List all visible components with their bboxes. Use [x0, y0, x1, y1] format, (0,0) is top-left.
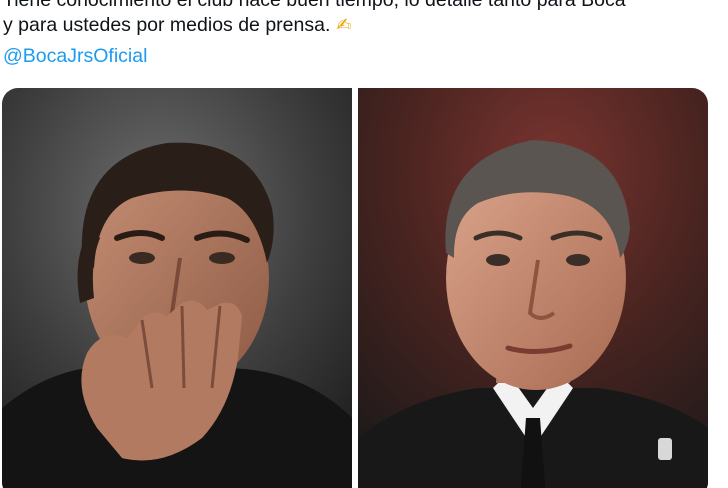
tweet: Tiene conocimiento el club hace buen tie… [0, 0, 728, 488]
tweet-text-line-1: Tiene conocimiento el club hace buen tie… [3, 0, 626, 11]
mention-link[interactable]: @BocaJrsOficial [3, 44, 147, 69]
writing-hand-emoji-icon: ✍ [336, 15, 352, 36]
left-photo-image [2, 88, 352, 488]
right-photo[interactable] [358, 88, 708, 488]
right-photo-image [358, 88, 708, 488]
tweet-text-line-2-content: y para ustedes por medios de prensa. [3, 14, 331, 36]
left-photo[interactable] [2, 88, 352, 488]
tweet-text: Tiene conocimiento el club hace buen tie… [3, 0, 723, 38]
tweet-text-line-2: y para ustedes por medios de prensa. ✍ [3, 13, 723, 38]
media-grid[interactable] [2, 88, 708, 488]
